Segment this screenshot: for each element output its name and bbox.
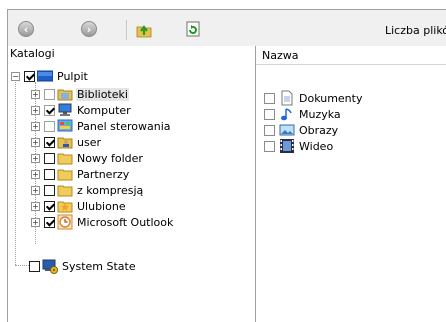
tree-checkbox[interactable] xyxy=(44,168,55,180)
tree-checkbox[interactable] xyxy=(44,120,55,132)
outlook-clock-icon xyxy=(57,214,73,230)
pictures-icon xyxy=(279,124,295,136)
control-panel-icon xyxy=(57,119,73,132)
folder-icon xyxy=(57,169,73,181)
expand-toggle[interactable]: + xyxy=(31,201,40,211)
list-item-wideo[interactable]: Wideo xyxy=(264,138,334,154)
tree-item-ulubione[interactable]: + Ulubione xyxy=(31,198,127,214)
expand-toggle[interactable]: + xyxy=(31,137,40,147)
folder-icon xyxy=(57,185,73,197)
user-folder-icon xyxy=(57,137,73,149)
forward-button[interactable]: › xyxy=(81,21,99,39)
forward-arrow-icon: › xyxy=(81,21,97,37)
tree-item-komputer[interactable]: + Komputer xyxy=(31,102,132,118)
tree-connector xyxy=(15,76,16,265)
list-item-dokumenty[interactable]: Dokumenty xyxy=(264,90,363,106)
file-list-panel: Nazwa Dokumenty Muzyka Obrazy Wideo xyxy=(256,46,446,322)
tree-item-z-kompresja[interactable]: + z kompresją xyxy=(31,182,144,198)
expand-toggle[interactable]: + xyxy=(31,217,40,227)
refresh-icon xyxy=(186,21,200,37)
favorites-star-icon xyxy=(57,201,73,213)
tree-item-label: Nowy folder xyxy=(77,151,143,165)
tree-item-panel-sterowania[interactable]: + Panel sterowania xyxy=(31,118,172,134)
list-checkbox[interactable] xyxy=(264,92,275,104)
toolbar: ‹ › Liczba plików xyxy=(8,10,446,46)
expand-toggle[interactable]: + xyxy=(31,89,40,99)
tree-item-nowy-folder[interactable]: + Nowy folder xyxy=(31,150,144,166)
video-film-icon xyxy=(280,139,294,153)
desktop-icon xyxy=(37,70,53,82)
documents-icon xyxy=(281,90,293,106)
folder-icon xyxy=(57,153,73,165)
list-checkbox[interactable] xyxy=(264,124,275,136)
up-folder-icon xyxy=(136,25,152,38)
expand-toggle[interactable]: + xyxy=(31,105,40,115)
up-folder-button[interactable] xyxy=(135,21,153,39)
tree-item-label: System State xyxy=(62,259,136,273)
backup-selector-window: ‹ › Liczba plików Katalogi − xyxy=(7,9,446,322)
folder-tree-header: Katalogi xyxy=(10,47,55,60)
column-header-name[interactable]: Nazwa xyxy=(256,46,446,65)
back-arrow-icon: ‹ xyxy=(18,21,34,37)
tree-item-system-state[interactable]: System State xyxy=(29,258,137,274)
tree-item-label: Pulpit xyxy=(57,69,88,83)
tree-checkbox[interactable] xyxy=(44,136,55,148)
list-item-label: Obrazy xyxy=(299,123,339,137)
expand-toggle[interactable]: + xyxy=(31,169,40,179)
libraries-icon xyxy=(57,89,73,101)
tree-connector xyxy=(15,265,29,266)
refresh-button[interactable] xyxy=(185,21,203,39)
tree-item-label: Partnerzy xyxy=(77,167,130,181)
tree-item-label: Panel sterowania xyxy=(77,119,171,133)
folder-tree-panel: Katalogi − Pulpit + Biblioteki + Kompute… xyxy=(8,46,256,322)
collapse-toggle[interactable]: − xyxy=(11,71,20,81)
list-item-muzyka[interactable]: Muzyka xyxy=(264,106,342,122)
expand-toggle[interactable]: + xyxy=(31,121,40,131)
tree-item-biblioteki[interactable]: + Biblioteki xyxy=(31,86,129,102)
tree-checkbox[interactable] xyxy=(29,260,40,272)
tree-item-partnerzy[interactable]: + Partnerzy xyxy=(31,166,130,182)
tree-checkbox[interactable] xyxy=(44,104,55,116)
tree-checkbox[interactable] xyxy=(24,70,35,82)
tree-item-label: z kompresją xyxy=(77,183,144,197)
list-checkbox[interactable] xyxy=(264,108,275,120)
list-item-label: Wideo xyxy=(299,139,334,153)
tree-item-label: Biblioteki xyxy=(76,87,129,101)
expand-toggle[interactable]: + xyxy=(31,153,40,163)
tree-item-label: Microsoft Outlook xyxy=(77,215,174,229)
tree-checkbox[interactable] xyxy=(44,88,55,100)
tree-item-microsoft-outlook[interactable]: + Microsoft Outlook xyxy=(31,214,174,230)
system-state-icon xyxy=(42,259,58,274)
computer-icon xyxy=(58,103,72,116)
expand-toggle[interactable]: + xyxy=(31,185,40,195)
list-item-label: Muzyka xyxy=(299,107,341,121)
music-note-icon xyxy=(281,108,292,121)
tree-item-pulpit[interactable]: − Pulpit xyxy=(11,68,89,84)
tree-item-label: Ulubione xyxy=(77,199,126,213)
tree-checkbox[interactable] xyxy=(44,200,55,212)
tree-checkbox[interactable] xyxy=(44,216,55,228)
tree-checkbox[interactable] xyxy=(44,184,55,196)
back-button[interactable]: ‹ xyxy=(18,21,36,39)
list-item-label: Dokumenty xyxy=(299,91,363,105)
list-checkbox[interactable] xyxy=(264,140,275,152)
toolbar-separator xyxy=(126,20,127,40)
tree-item-label: Komputer xyxy=(77,103,131,117)
list-item-obrazy[interactable]: Obrazy xyxy=(264,122,339,138)
tree-item-user[interactable]: + user xyxy=(31,134,102,150)
file-count-label: Liczba plików xyxy=(385,24,446,37)
tree-item-label: user xyxy=(77,135,101,149)
tree-checkbox[interactable] xyxy=(44,152,55,164)
column-header-label: Nazwa xyxy=(262,49,299,62)
